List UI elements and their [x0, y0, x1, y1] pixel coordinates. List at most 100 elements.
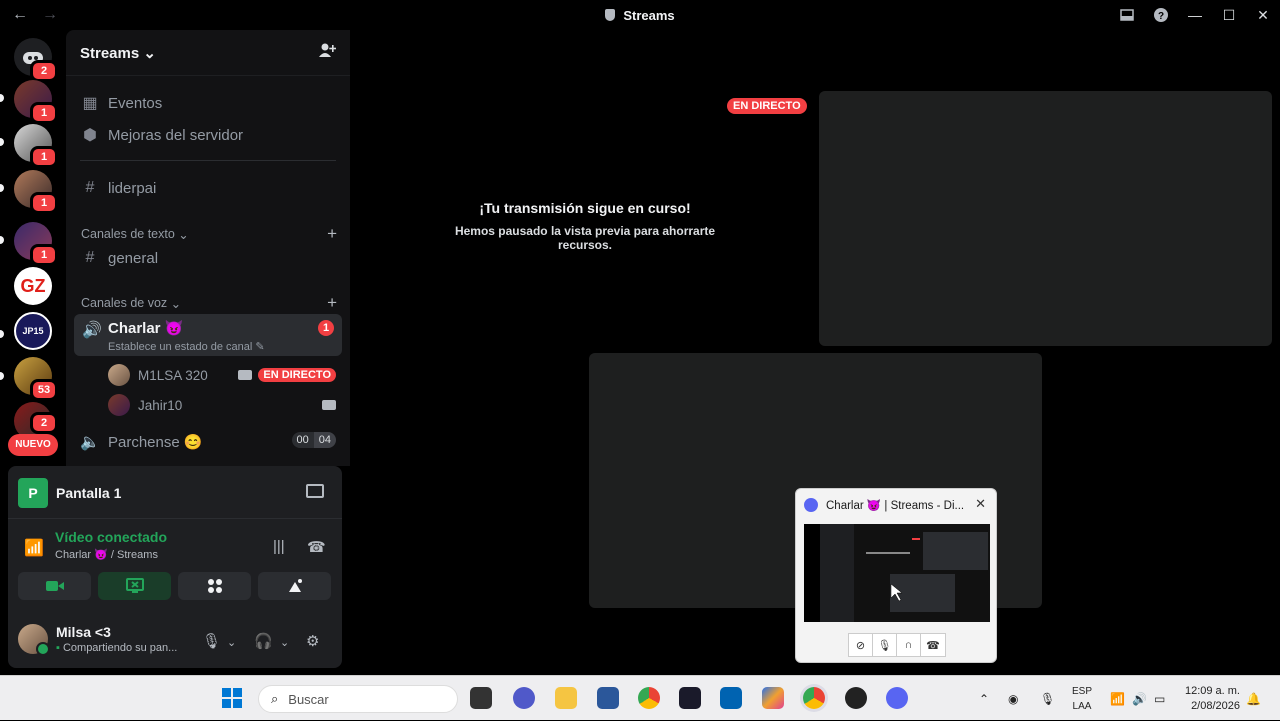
taskbar-thumbnail[interactable]: Charlar 😈 | Streams - Di... ✕ ⊘ 🎙 ∩ ☎ — [795, 488, 997, 663]
voice-channel-charlar[interactable]: 🔊 Charlar 😈 Establece un estado de canal… — [74, 314, 342, 356]
server-icon-gz[interactable]: GZ — [14, 267, 52, 305]
invite-people-icon[interactable] — [318, 42, 337, 63]
username: Milsa <3 — [56, 624, 111, 640]
camera-icon — [238, 370, 253, 380]
disconnect-icon[interactable]: ☎ — [307, 538, 326, 556]
camera-button[interactable] — [18, 572, 91, 600]
headphones-icon[interactable]: 🎧 — [254, 632, 273, 650]
server-icon-4[interactable]: 1 — [14, 222, 58, 266]
disconnect-icon[interactable]: ☎ — [921, 634, 945, 656]
screen-share-status[interactable]: P Pantalla 1 — [18, 478, 121, 508]
battery-icon[interactable]: ▭ — [1154, 676, 1165, 721]
soundboard-button[interactable] — [258, 572, 331, 600]
sidebar-item-boosts[interactable]: ⬢ Mejoras del servidor — [80, 125, 243, 145]
noise-suppression-icon[interactable]: ||| — [273, 538, 285, 555]
video-tile[interactable] — [819, 91, 1272, 346]
chevron-down-icon[interactable]: ⌄ — [280, 636, 289, 649]
server-icon-5[interactable]: 53 — [14, 357, 58, 401]
search-placeholder: Buscar — [288, 691, 329, 707]
obs-icon[interactable] — [845, 687, 867, 709]
voice-user[interactable]: Jahir10 — [108, 394, 336, 416]
help-icon[interactable]: ? — [1144, 0, 1178, 30]
add-channel-icon[interactable]: + — [327, 224, 337, 244]
word-icon[interactable] — [597, 687, 619, 709]
copilot-icon[interactable] — [762, 687, 784, 709]
screen-icon: ▪ — [56, 642, 60, 654]
start-button[interactable] — [222, 688, 242, 708]
store-icon[interactable] — [720, 687, 742, 709]
layout-code: LAA — [1072, 701, 1092, 712]
camera-app-icon[interactable] — [679, 687, 701, 709]
server-icon-3[interactable]: 1 — [14, 170, 58, 214]
wifi-icon[interactable]: 📶 — [1110, 676, 1125, 721]
activities-button[interactable] — [178, 572, 251, 600]
server-header[interactable]: Streams ⌄ — [66, 30, 350, 76]
vpn-icon[interactable]: ◉ — [1008, 676, 1018, 721]
svg-text:?: ? — [1158, 11, 1164, 22]
headphones-icon[interactable]: ∩ — [897, 634, 921, 656]
teams-icon[interactable] — [513, 687, 535, 709]
channel-general[interactable]: # general — [80, 249, 159, 267]
avatar — [108, 394, 130, 416]
calendar-icon: ▦ — [82, 95, 98, 112]
gear-icon[interactable]: ⚙ — [306, 632, 319, 650]
task-view-icon[interactable] — [470, 687, 492, 709]
voice-channel-name-text: Charlar — [108, 320, 161, 337]
maximize-button[interactable]: ☐ — [1212, 0, 1246, 30]
channel-liderpai[interactable]: # liderpai — [80, 179, 157, 197]
minimize-button[interactable]: — — [1178, 0, 1212, 30]
server-icon-jp15[interactable]: JP15 — [14, 312, 52, 350]
category-text-channels[interactable]: Canales de texto ⌄ + — [81, 224, 337, 244]
notification-badge: 2 — [30, 60, 58, 82]
stop-share-icon[interactable] — [306, 484, 324, 498]
chevron-down-icon[interactable]: ⌄ — [227, 636, 236, 649]
server-icon-1[interactable]: 1 — [14, 80, 58, 124]
taskbar-search[interactable]: ⌕ Buscar — [258, 685, 458, 713]
notification-bell-icon[interactable]: 🔔 — [1246, 676, 1261, 721]
camera-icon — [322, 400, 336, 410]
inbox-icon[interactable] — [1110, 0, 1144, 30]
microphone-icon[interactable]: 🎙 — [202, 632, 221, 650]
voice-channel-name: Charlar 😈 — [108, 319, 183, 337]
chrome-icon[interactable] — [638, 687, 660, 709]
add-channel-icon[interactable]: + — [327, 293, 337, 313]
new-badge[interactable]: NUEVO — [8, 434, 58, 456]
unread-indicator — [0, 184, 4, 192]
category-voice-channels[interactable]: Canales de voz ⌄ + — [81, 293, 337, 313]
user-info[interactable]: Milsa <3 ▪ Compartiendo su pan... — [18, 624, 177, 656]
unread-indicator — [0, 138, 4, 146]
server-icon — [605, 9, 616, 21]
discord-taskbar-icon[interactable] — [886, 687, 908, 709]
clock[interactable]: 12:09 a. m. 2/08/2026 — [1185, 684, 1240, 714]
language-indicator[interactable]: ESP LAA — [1072, 684, 1092, 714]
sidebar-item-events[interactable]: ▦ Eventos — [80, 93, 162, 113]
start-tile — [222, 688, 231, 697]
search-icon: ⌕ — [271, 691, 279, 706]
discord-icon — [804, 498, 818, 512]
signal-icon[interactable]: 📶 — [24, 538, 44, 558]
window-preview[interactable] — [804, 524, 990, 622]
voice-channel-parchense[interactable]: 🔈 Parchense 😊 — [80, 432, 203, 452]
connection-status: Vídeo conectado — [55, 529, 168, 545]
channel-status[interactable]: Establece un estado de canal ✎ — [108, 340, 265, 353]
volume-icon[interactable]: 🔊 — [1132, 676, 1147, 721]
screen-share-button[interactable] — [98, 572, 171, 600]
close-icon[interactable]: ✕ — [975, 496, 986, 512]
thumbnail-title: Charlar 😈 | Streams - Di... — [804, 498, 964, 512]
microphone-tray-icon[interactable]: 🎙 — [1040, 676, 1055, 721]
chrome-profile-icon[interactable] — [803, 687, 825, 709]
file-explorer-icon[interactable] — [555, 687, 577, 709]
voice-user[interactable]: M1LSA 320 EN DIRECTO — [108, 364, 336, 386]
voice-channel-name: Parchense — [108, 433, 180, 451]
live-badge: EN DIRECTO — [727, 98, 807, 114]
microphone-icon[interactable]: 🎙 — [873, 634, 897, 656]
live-badge: EN DIRECTO — [258, 368, 336, 382]
server-icon-2[interactable]: 1 — [14, 124, 58, 168]
discord-home-button[interactable]: 2 — [14, 38, 58, 82]
voice-connection[interactable]: Vídeo conectado Charlar 😈 / Streams — [55, 529, 167, 561]
unread-indicator — [0, 94, 4, 102]
camera-off-icon[interactable]: ⊘ — [849, 634, 873, 656]
close-button[interactable]: ✕ — [1246, 0, 1280, 30]
tray-overflow-icon[interactable]: ⌃ — [979, 676, 989, 721]
channel-emoji: 😈 — [164, 320, 184, 337]
